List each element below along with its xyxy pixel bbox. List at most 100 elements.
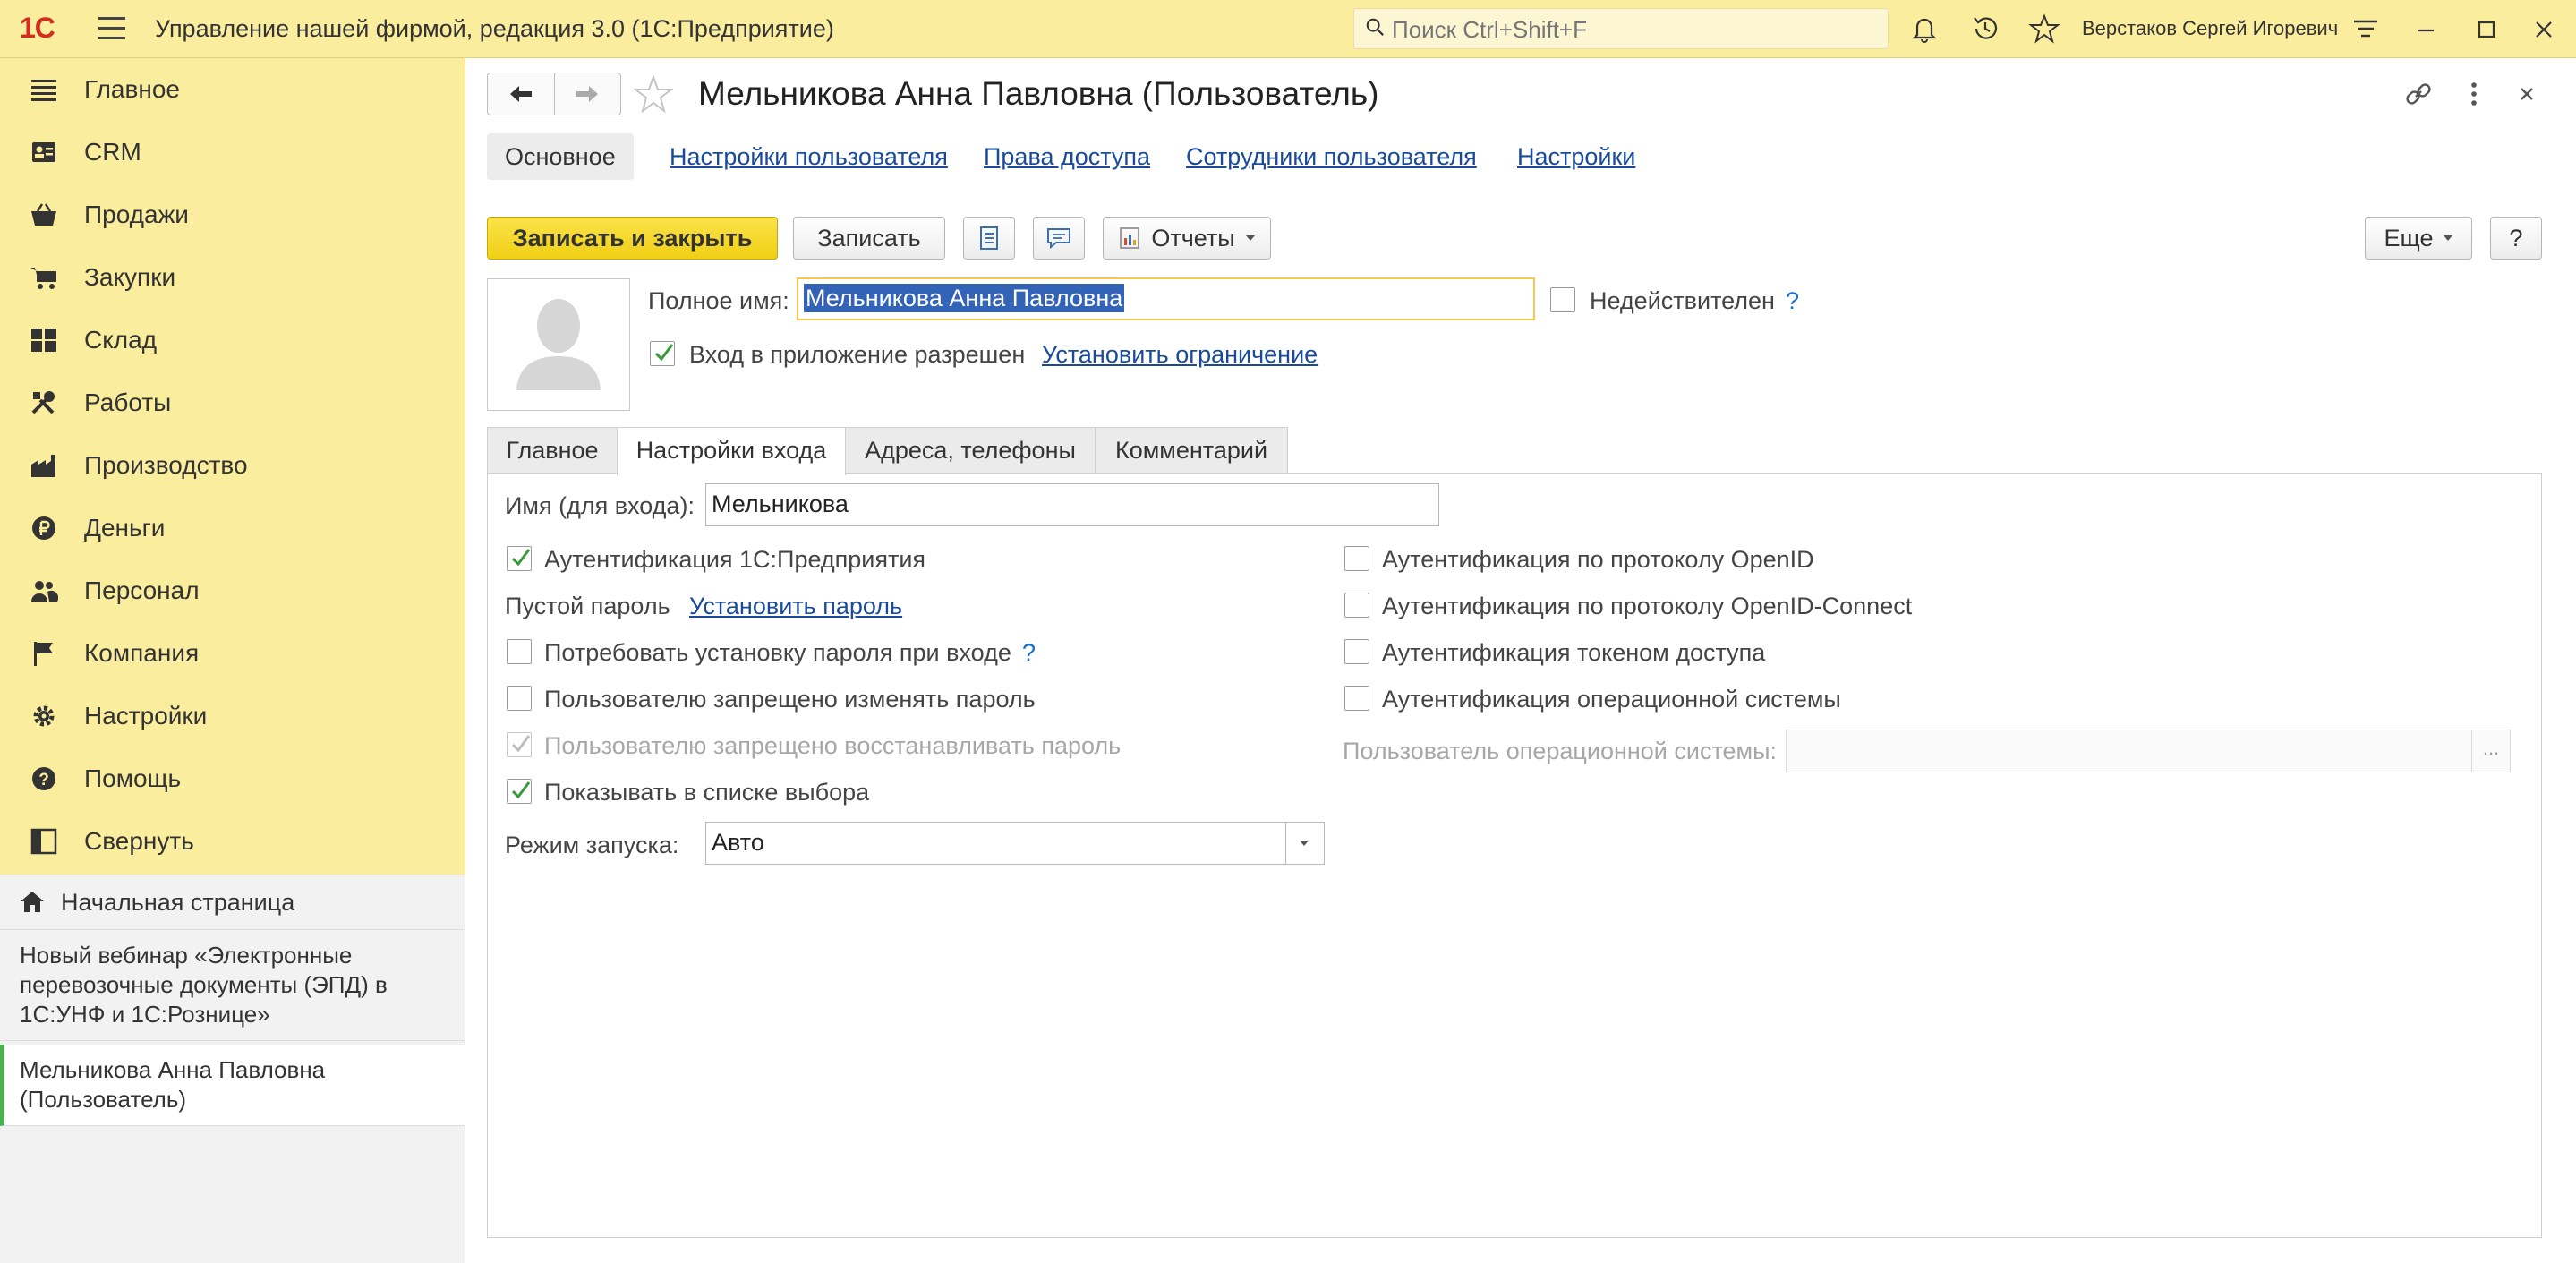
forward-button[interactable] <box>554 73 620 115</box>
sidebar-item-help[interactable]: ? Помощь <box>0 747 465 810</box>
auth-1c-checkbox[interactable] <box>507 546 532 571</box>
back-button[interactable] <box>488 73 555 115</box>
sidebar-item-personnel[interactable]: Персонал <box>0 559 465 622</box>
user-photo[interactable] <box>487 278 630 411</box>
auth-openid-checkbox[interactable] <box>1344 546 1369 571</box>
sidebar-item-works[interactable]: Работы <box>0 371 465 434</box>
more-actions-dropdown[interactable]: Еще <box>2365 217 2472 260</box>
sidebar-item-sales[interactable]: Продажи <box>0 183 465 246</box>
chevron-down-icon <box>1300 841 1309 846</box>
home-icon <box>21 892 44 912</box>
auth-os-checkbox[interactable] <box>1344 686 1369 711</box>
reports-dropdown[interactable]: Отчеты <box>1103 217 1271 260</box>
full-name-field[interactable]: Мельникова Анна Павловна <box>797 277 1535 320</box>
sidebar-item-money[interactable]: Деньги <box>0 497 465 559</box>
sidebar-item-label: Персонал <box>84 576 200 604</box>
contacts-icon <box>32 142 55 162</box>
tab-main[interactable]: Основное <box>487 133 634 180</box>
gear-icon <box>33 705 55 727</box>
sidebar-item-label: Продажи <box>84 201 189 228</box>
auth-token-label: Аутентификация токеном доступа <box>1382 639 1766 666</box>
link-icon[interactable] <box>2401 76 2436 112</box>
set-password-link[interactable]: Установить пароль <box>689 593 902 620</box>
show-in-list-checkbox[interactable] <box>507 779 532 804</box>
invalid-checkbox[interactable] <box>1550 287 1575 312</box>
current-user[interactable]: Верстаков Сергей Игоревич <box>2082 17 2338 40</box>
inner-tab-main[interactable]: Главное <box>487 427 618 474</box>
settings-menu-icon[interactable] <box>2350 13 2382 45</box>
full-name-value: Мельникова Анна Павловна <box>804 284 1125 312</box>
inner-tab-addresses[interactable]: Адреса, телефоны <box>845 427 1096 474</box>
os-user-label: Пользователь операционной системы: <box>1343 738 1778 764</box>
sidebar-item-settings[interactable]: Настройки <box>0 685 465 747</box>
history-icon[interactable] <box>1969 13 2001 45</box>
empty-password-label: Пустой пароль <box>505 593 670 619</box>
launch-mode-select[interactable]: Авто <box>705 822 1325 865</box>
svg-text:?: ? <box>38 771 49 789</box>
main-menu-icon[interactable] <box>98 17 125 40</box>
sidebar-item-production[interactable]: Производство <box>0 434 465 497</box>
factory-icon <box>31 455 55 477</box>
tools-icon <box>31 391 55 414</box>
tab-user-settings[interactable]: Настройки пользователя <box>670 133 948 180</box>
deny-change-password-checkbox[interactable] <box>507 686 532 711</box>
search-input[interactable] <box>1390 14 1877 45</box>
sidebar-item-label: Свернуть <box>84 827 194 855</box>
discussion-button[interactable] <box>1033 217 1085 260</box>
sidebar-item-label: Производство <box>84 451 248 479</box>
open-window-webinar[interactable]: Новый вебинар «Электронные перевозочные … <box>0 930 465 1041</box>
sidebar-item-label: Деньги <box>84 514 166 542</box>
full-name-label: Полное имя: <box>648 287 789 314</box>
favorite-star-icon[interactable] <box>634 74 673 114</box>
sidebar-item-label: Помощь <box>84 764 182 792</box>
more-vertical-icon[interactable] <box>2456 76 2492 112</box>
dropdown-button[interactable] <box>1285 823 1324 864</box>
auth-os-label: Аутентификация операционной системы <box>1382 686 1841 713</box>
sidebar-item-collapse[interactable]: Свернуть <box>0 810 465 873</box>
sidebar-item-crm[interactable]: CRM <box>0 121 465 183</box>
login-allowed-label: Вход в приложение разрешен <box>689 341 1026 368</box>
maximize-icon[interactable] <box>2469 12 2504 47</box>
minimize-icon[interactable] <box>2408 12 2444 47</box>
auth-openid-connect-checkbox[interactable] <box>1344 593 1369 618</box>
reports-label: Отчеты <box>1151 224 1235 252</box>
help-button[interactable]: ? <box>2490 217 2542 260</box>
collapse-icon <box>30 828 57 855</box>
login-name-label: Имя (для входа): <box>505 492 695 519</box>
tab-settings[interactable]: Настройки <box>1517 133 1635 180</box>
open-window-user[interactable]: Мельникова Анна Павловна (Пользователь) <box>0 1045 465 1126</box>
auth-token-checkbox[interactable] <box>1344 639 1369 664</box>
invalid-help-link[interactable]: ? <box>1786 287 1799 315</box>
sidebar-item-company[interactable]: Компания <box>0 622 465 685</box>
close-form-icon[interactable] <box>2509 76 2545 112</box>
close-window-icon[interactable] <box>2526 12 2562 47</box>
save-and-close-button[interactable]: Записать и закрыть <box>487 217 778 260</box>
bell-icon[interactable] <box>1908 13 1941 45</box>
tab-user-employees[interactable]: Сотрудники пользователя <box>1186 133 1477 180</box>
login-allowed-checkbox[interactable] <box>650 341 675 366</box>
global-search[interactable] <box>1353 8 1889 49</box>
sidebar-item-purchases[interactable]: Закупки <box>0 246 465 309</box>
auth-openid-label: Аутентификация по протоколу OpenID <box>1382 546 1814 573</box>
people-icon <box>31 581 58 602</box>
login-name-field[interactable]: Мельникова <box>705 483 1439 526</box>
arrow-right-icon <box>576 86 598 102</box>
home-page-link[interactable]: Начальная страница <box>0 875 465 930</box>
save-button[interactable]: Записать <box>793 217 945 260</box>
require-password-help-link[interactable]: ? <box>1022 639 1036 667</box>
more-label: Еще <box>2384 224 2434 252</box>
deny-change-password-label: Пользователю запрещено изменять пароль <box>544 686 1036 713</box>
require-password-checkbox[interactable] <box>507 639 532 664</box>
inner-tab-comment[interactable]: Комментарий <box>1095 427 1288 474</box>
sidebar-item-label: CRM <box>84 138 141 166</box>
favorites-star-icon[interactable] <box>2028 13 2060 45</box>
sidebar-item-warehouse[interactable]: Склад <box>0 309 465 371</box>
sidebar-item-label: Работы <box>84 388 172 416</box>
set-restriction-link[interactable]: Установить ограничение <box>1042 341 1318 369</box>
auth-1c-label: Аутентификация 1С:Предприятия <box>544 546 926 573</box>
sidebar-item-main[interactable]: Главное <box>0 58 465 121</box>
tab-access-rights[interactable]: Права доступа <box>984 133 1150 180</box>
inner-tab-login-settings[interactable]: Настройки входа <box>617 427 846 475</box>
launch-mode-value: Авто <box>712 829 764 856</box>
report-structure-button[interactable] <box>963 217 1015 260</box>
